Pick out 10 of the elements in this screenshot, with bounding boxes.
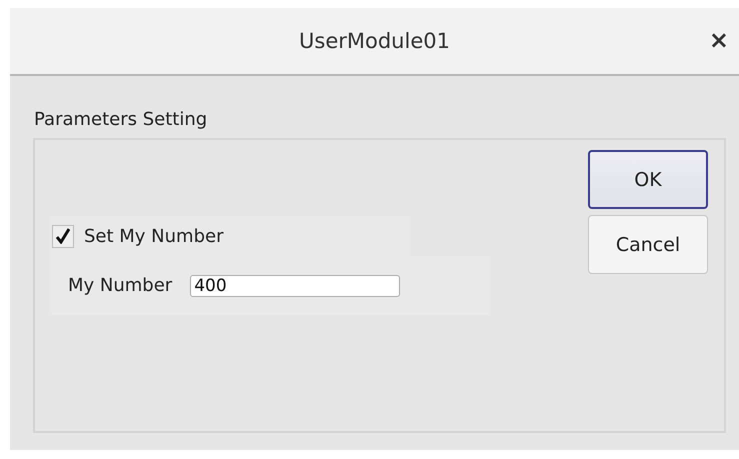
- close-button[interactable]: ×: [706, 27, 731, 53]
- check-icon: [56, 228, 70, 244]
- checkbox[interactable]: [52, 224, 74, 248]
- window-title: UserModule01: [299, 29, 450, 53]
- ok-button[interactable]: OK: [588, 150, 708, 209]
- field-label: My Number: [68, 275, 172, 296]
- cancel-button[interactable]: Cancel: [588, 215, 708, 274]
- group-label: Parameters Setting: [34, 109, 208, 130]
- checkbox-label: Set My Number: [84, 226, 224, 246]
- number-field[interactable]: 400: [190, 274, 400, 296]
